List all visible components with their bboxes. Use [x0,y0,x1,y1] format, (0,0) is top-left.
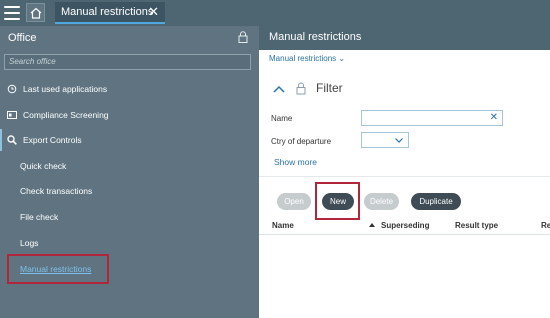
menu-icon[interactable] [4,6,20,20]
table-header-divider [259,234,550,235]
column-header-truncated[interactable]: Re [541,221,550,230]
id-card-icon [7,111,17,119]
column-header-result-type[interactable]: Result type [455,221,498,230]
name-label: Name [271,114,293,123]
tab-manual-restrictions[interactable]: Manual restrictions ✕ [55,2,165,24]
main-panel: Manual restrictions Manual restrictions … [259,26,550,318]
history-icon [7,84,17,94]
home-button[interactable] [26,3,45,22]
sidebar-item-file-check[interactable]: File check [20,210,58,224]
sidebar-title: Office [8,32,37,44]
duplicate-button[interactable]: Duplicate [411,193,461,210]
column-header-name[interactable]: Name [272,221,294,230]
top-bar: Manual restrictions ✕ [0,0,550,26]
sidebar-item-label: Last used applications [23,84,108,94]
delete-button[interactable]: Delete [364,193,399,210]
sidebar-item-check-transactions[interactable]: Check transactions [20,184,92,198]
home-icon [30,7,42,19]
lock-icon[interactable] [238,31,248,43]
highlight-box-new [315,182,360,220]
sort-ascending-icon[interactable] [369,223,375,227]
country-select[interactable] [361,132,409,148]
tab-underline [55,22,165,24]
sidebar-item-export-controls[interactable]: Export Controls [0,130,258,150]
filter-title: Filter [316,81,343,95]
sidebar-item-label: Export Controls [23,135,82,145]
chevron-down-icon [395,138,403,143]
sidebar-item-label: Compliance Screening [23,110,109,120]
chevron-up-icon[interactable] [273,85,285,93]
close-icon[interactable]: ✕ [148,2,159,22]
clear-icon[interactable]: ✕ [490,112,498,123]
sidebar-item-last-used[interactable]: Last used applications [0,79,258,99]
show-more-link[interactable]: Show more [274,157,317,167]
page-title: Manual restrictions [259,26,550,50]
highlight-box-manual-restrictions [7,254,109,284]
country-label: Ctry of departure [271,137,332,146]
search-input[interactable]: Search office [4,54,251,70]
search-icon [7,135,17,145]
column-header-superseding[interactable]: Superseding [381,221,429,230]
open-button[interactable]: Open [277,193,311,210]
breadcrumb[interactable]: Manual restrictions ⌄ [269,54,345,63]
name-input[interactable]: ✕ [361,110,503,126]
lock-icon [296,82,306,95]
sidebar-item-compliance[interactable]: Compliance Screening [0,105,258,125]
divider [259,176,550,177]
sidebar-item-quick-check[interactable]: Quick check [20,159,66,173]
tab-label: Manual restrictions [61,6,154,18]
sidebar-item-logs[interactable]: Logs [20,236,38,250]
